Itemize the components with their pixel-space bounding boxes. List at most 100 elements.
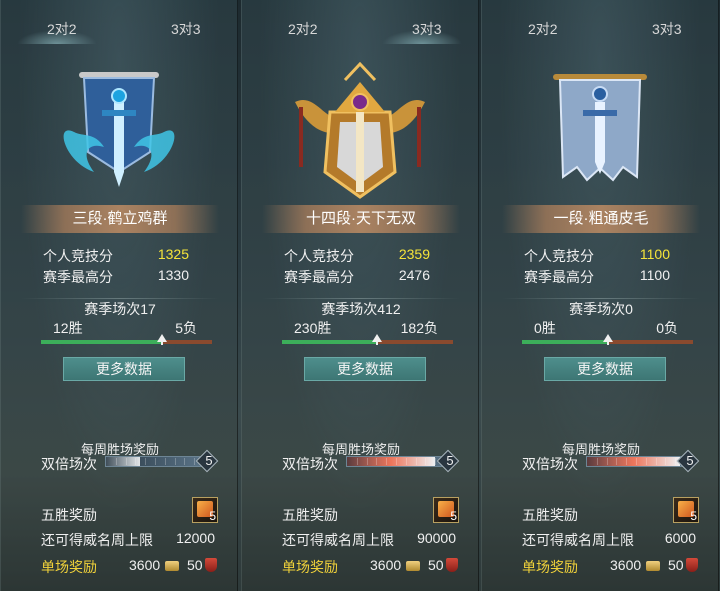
progress-segment-tick (435, 458, 437, 465)
progress-segment-tick (636, 458, 637, 465)
double-matches-bar (105, 456, 205, 467)
double-count: 5 (686, 453, 694, 468)
coin-icon (165, 561, 179, 571)
single-reward-honor: 50 (187, 557, 203, 573)
rank-title: 三段·鹤立鸡群 (21, 205, 219, 233)
progress-segment-tick (356, 458, 358, 465)
tab-3v3[interactable]: 3对3 (171, 14, 201, 44)
honor-shield-icon (686, 558, 698, 572)
progress-segment-tick (606, 458, 608, 465)
five-win-icon-count: 5 (450, 509, 457, 523)
fame-cap-value: 90000 (417, 530, 456, 546)
five-win-chest-icon[interactable]: 5 (192, 497, 218, 523)
tab-3v3[interactable]: 3对3 (652, 14, 682, 44)
five-win-chest-icon[interactable]: 5 (433, 497, 459, 523)
progress-segment-tick (194, 458, 196, 465)
tab-2v2[interactable]: 2对2 (528, 14, 558, 44)
double-matches-bar (586, 456, 686, 467)
progress-segment-tick (405, 458, 407, 465)
wins-count: 0胜 (534, 320, 556, 336)
personal-score-row: 个人竞技分 1100 (524, 246, 684, 266)
progress-segment-tick (174, 458, 176, 465)
golden-sword-crest-icon (295, 62, 425, 199)
progress-segment-tick (376, 458, 378, 465)
mode-tabs: 2对2 3对3 (242, 14, 480, 44)
more-data-button[interactable]: 更多数据 (544, 357, 666, 381)
season-high-label: 赛季最高分 (284, 269, 354, 285)
progress-segment-tick (655, 458, 657, 465)
losses-count: 5负 (175, 320, 197, 336)
tab-3v3[interactable]: 3对3 (382, 14, 461, 44)
rank-title: 一段·粗通皮毛 (502, 205, 700, 233)
more-data-button[interactable]: 更多数据 (63, 357, 185, 381)
season-matches: 赛季场次412 (321, 301, 401, 317)
win-loss-bar (282, 334, 453, 345)
win-fill (522, 340, 608, 344)
arena-panel: 2对2 3对3 三段·鹤立鸡群 个人竞技分 1325 赛季最高分 1330 赛季… (0, 0, 238, 591)
progress-segment-tick (155, 458, 156, 465)
fame-cap-value: 12000 (176, 530, 215, 546)
progress-segment-tick (645, 458, 647, 465)
win-loss-bar (522, 334, 693, 345)
five-win-chest-icon[interactable]: 5 (673, 497, 699, 523)
honor-shield-icon (446, 558, 458, 572)
rank-title: 十四段·天下无双 (262, 205, 460, 233)
personal-score-label: 个人竞技分 (524, 248, 594, 264)
personal-score-label: 个人竞技分 (284, 248, 354, 264)
double-matches-bar (346, 456, 446, 467)
single-reward-coins: 3600 (129, 557, 161, 573)
tab-2v2[interactable]: 2对2 (17, 14, 96, 44)
losses-count: 182负 (400, 320, 438, 336)
tab-2v2[interactable]: 2对2 (288, 14, 318, 44)
progress-segment-tick (145, 458, 147, 465)
season-matches: 赛季场次0 (569, 301, 633, 317)
five-win-icon-count: 5 (209, 509, 216, 523)
progress-segment-tick (366, 458, 368, 465)
mode-tabs: 2对2 3对3 (1, 14, 239, 44)
arena-panel: 2对2 3对3 一段·粗通皮毛 个人竞技分 1100 赛季最高分 1100 赛季… (481, 0, 719, 591)
season-high-value: 1330 (157, 267, 189, 283)
personal-score-value: 1325 (157, 246, 189, 262)
arena-panels: 2对2 3对3 三段·鹤立鸡群 个人竞技分 1325 赛季最高分 1330 赛季… (0, 0, 720, 591)
single-reward-honor: 50 (668, 557, 684, 573)
mode-tabs: 2对2 3对3 (482, 14, 720, 44)
coin-icon (646, 561, 660, 571)
progress-segment-tick (125, 458, 127, 465)
progress-segment-tick (135, 458, 137, 465)
win-loss-marker (372, 334, 383, 345)
season-high-label: 赛季最高分 (524, 269, 594, 285)
progress-segment-tick (616, 458, 618, 465)
progress-segment-tick (115, 458, 117, 465)
double-count: 5 (446, 453, 454, 468)
single-reward-coins: 3600 (610, 557, 642, 573)
win-fill (41, 340, 162, 344)
progress-segment-tick (415, 458, 417, 465)
progress-segment-tick (396, 458, 397, 465)
fame-cap-value: 6000 (664, 530, 696, 546)
five-win-reward-label: 五胜奖励 (282, 507, 338, 523)
progress-segment-tick (164, 458, 166, 465)
season-high-row: 赛季最高分 2476 (284, 267, 444, 287)
win-loss-bar (41, 334, 212, 345)
season-high-row: 赛季最高分 1100 (524, 267, 684, 287)
progress-segment-tick (665, 458, 667, 465)
personal-score-value: 2359 (398, 246, 430, 262)
progress-segment-tick (675, 458, 677, 465)
single-reward-honor: 50 (428, 557, 444, 573)
win-fill (282, 340, 378, 344)
single-reward-label: 单场奖励 (41, 559, 97, 575)
fame-cap-label: 还可得威名周上限 (282, 532, 394, 548)
personal-score-row: 个人竞技分 2359 (284, 246, 444, 266)
double-matches-label: 双倍场次 (41, 456, 97, 472)
more-data-button[interactable]: 更多数据 (304, 357, 426, 381)
fame-cap-label: 还可得威名周上限 (41, 532, 153, 548)
progress-segment-tick (596, 458, 598, 465)
double-matches-label: 双倍场次 (282, 456, 338, 472)
honor-shield-icon (205, 558, 217, 572)
progress-segment-tick (425, 458, 427, 465)
losses-count: 0负 (656, 320, 678, 336)
personal-score-value: 1100 (639, 246, 670, 262)
single-reward-label: 单场奖励 (282, 559, 338, 575)
fame-cap-label: 还可得威名周上限 (522, 532, 634, 548)
season-high-label: 赛季最高分 (43, 269, 113, 285)
